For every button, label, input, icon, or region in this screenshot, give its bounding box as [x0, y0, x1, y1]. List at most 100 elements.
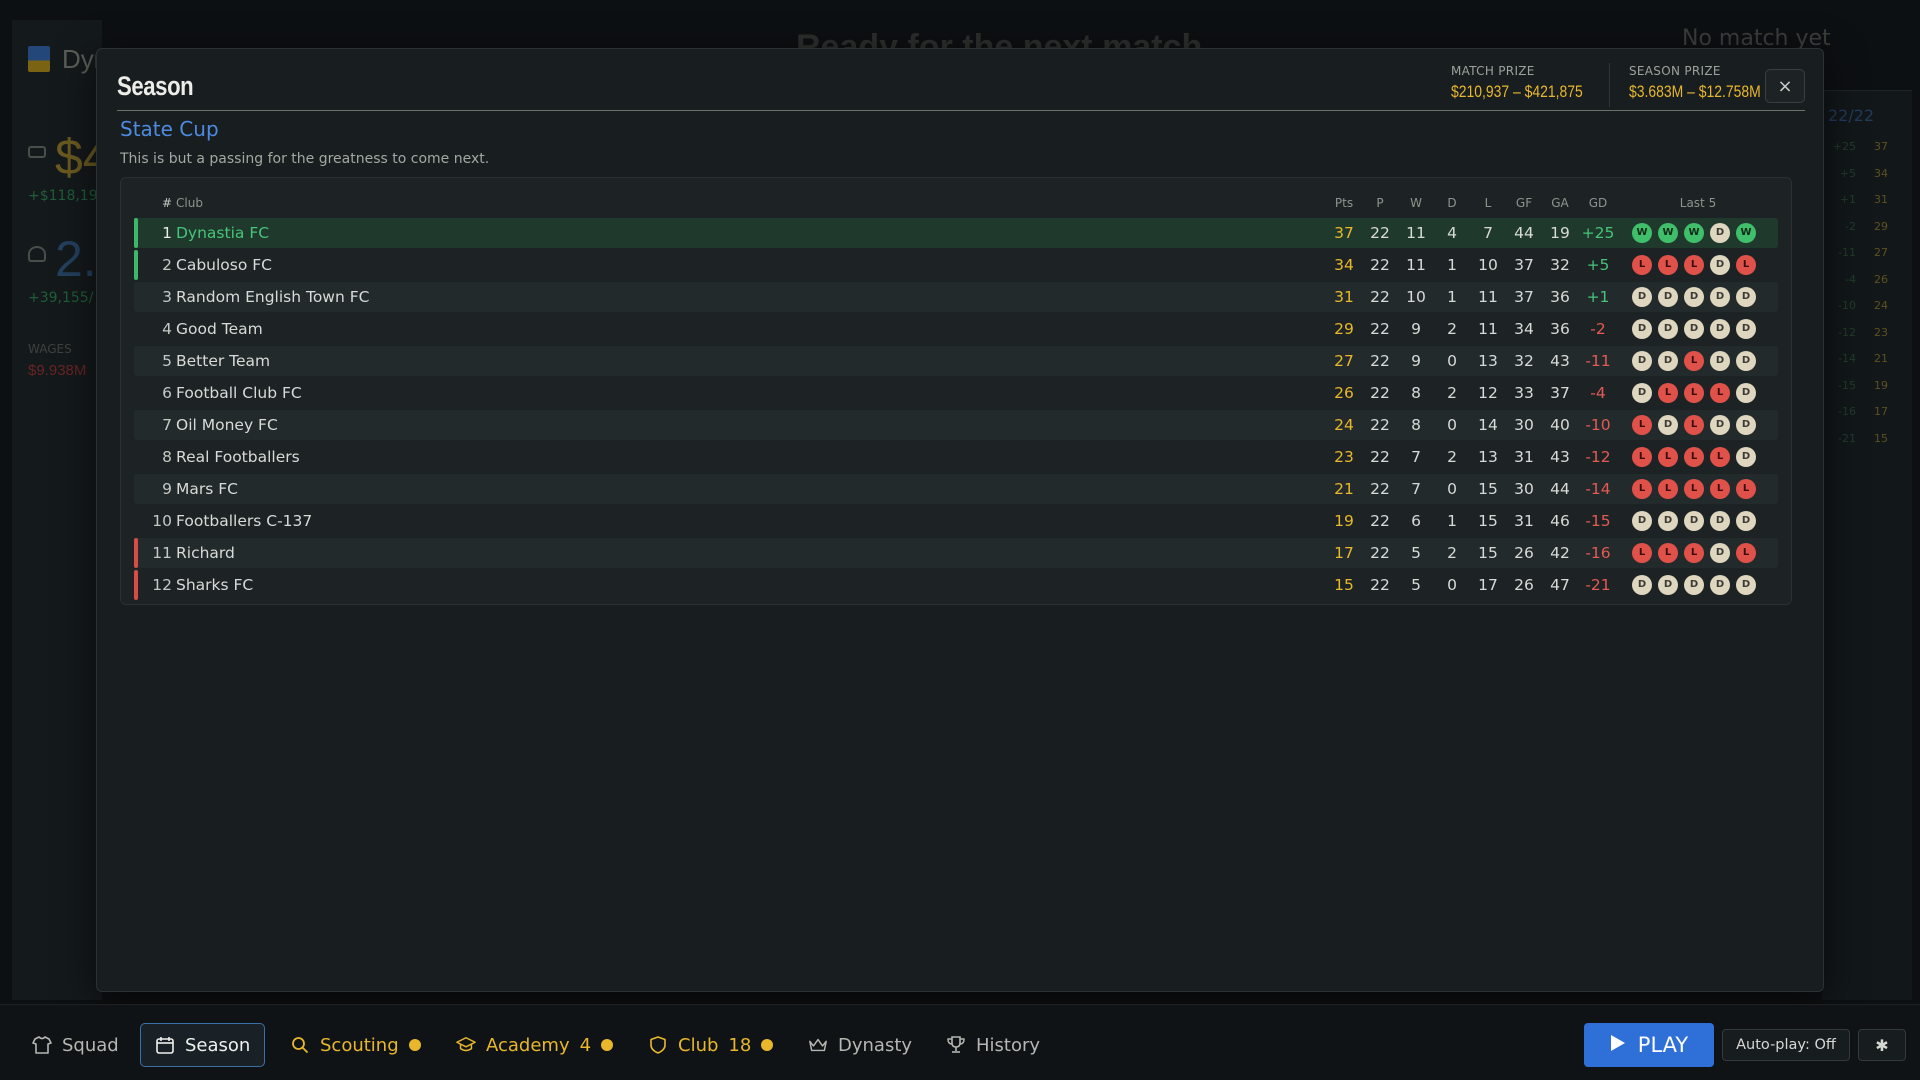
form-result-badge: L — [1658, 383, 1678, 403]
academy-count: 4 — [579, 1034, 592, 1056]
row-position: 4 — [162, 320, 172, 338]
nav-scouting-label: Scouting — [320, 1034, 399, 1056]
row-pts: 34 — [1334, 256, 1354, 274]
row-club-name[interactable]: Richard — [176, 538, 1276, 568]
row-last5: DDLDD — [1632, 346, 1764, 376]
form-result-badge: L — [1684, 447, 1704, 467]
header-gd: GD — [1588, 196, 1608, 210]
form-result-badge: L — [1710, 447, 1730, 467]
row-p: 22 — [1370, 256, 1390, 274]
shield-icon — [648, 1035, 668, 1055]
table-row[interactable]: 3 Random English Town FC 31 22 10 1 11 37 36 +1 D D… — [134, 282, 1778, 312]
row-d: 2 — [1447, 448, 1457, 466]
play-button[interactable]: PLAY — [1584, 1023, 1714, 1067]
row-position: 2 — [162, 256, 172, 274]
row-club-name[interactable]: Sharks FC — [176, 570, 1276, 600]
prize-divider — [1609, 63, 1610, 107]
background-mini-pts: 37 — [1874, 140, 1888, 153]
competition-name[interactable]: State Cup — [120, 117, 219, 141]
background-mini-row: -4 26 — [1828, 273, 1908, 286]
row-ga: 36 — [1550, 320, 1570, 338]
row-p: 22 — [1370, 224, 1390, 242]
background-mini-pts: 26 — [1874, 272, 1888, 286]
header-last5: Last 5 — [1679, 196, 1717, 210]
form-result-badge: L — [1710, 479, 1730, 499]
background-mini-gd: -21 — [1838, 431, 1856, 445]
row-club-name[interactable]: Random English Town FC — [176, 282, 1276, 312]
form-result-badge: L — [1684, 415, 1704, 435]
table-row[interactable]: 12 Sharks FC 15 22 5 0 17 26 47 -21 D D D D D — [134, 570, 1778, 600]
row-club-name[interactable]: Football Club FC — [176, 378, 1276, 408]
row-pts: 24 — [1334, 416, 1354, 434]
background-mini-gd: -14 — [1838, 352, 1856, 365]
play-icon — [1610, 1033, 1626, 1057]
row-position: 9 — [162, 480, 172, 498]
trophy-icon — [946, 1035, 966, 1055]
row-club-name[interactable]: Better Team — [176, 346, 1276, 376]
background-mini-row: +25 37 — [1828, 140, 1908, 153]
background-wages-label: WAGES — [28, 342, 72, 356]
background-mini-gd: -12 — [1838, 325, 1856, 339]
row-gf: 26 — [1514, 544, 1534, 562]
row-gf: 31 — [1514, 512, 1534, 530]
settings-button[interactable]: ✱ — [1858, 1029, 1906, 1061]
form-result-badge: L — [1658, 255, 1678, 275]
row-club-name[interactable]: Real Footballers — [176, 442, 1276, 472]
row-w: 6 — [1411, 512, 1421, 530]
table-row[interactable]: 7 Oil Money FC 24 22 8 0 14 30 40 -10 L D L D D — [134, 410, 1778, 440]
form-result-badge: D — [1658, 351, 1678, 371]
shirt-icon — [32, 1035, 52, 1055]
table-row[interactable]: 6 Football Club FC 26 22 8 2 12 33 37 -4 D L L L D — [134, 378, 1778, 408]
table-row[interactable]: 4 Good Team 29 22 9 2 11 34 36 -2 D D D D D — [134, 314, 1778, 344]
header-pts: Pts — [1334, 196, 1354, 210]
table-row[interactable]: 2 Cabuloso FC 34 22 11 1 10 37 32 +5 L L L D L — [134, 250, 1778, 280]
nav-club[interactable]: Club 18 — [634, 1023, 787, 1067]
row-l: 17 — [1478, 576, 1498, 594]
row-club-name[interactable]: Dynastia FC — [176, 218, 1276, 248]
nav-history[interactable]: History — [932, 1023, 1054, 1067]
form-result-badge: D — [1632, 383, 1652, 403]
form-result-badge: L — [1632, 255, 1652, 275]
match-prize: MATCH PRIZE $210,937 – $421,875 — [1451, 64, 1612, 102]
row-ga: 19 — [1550, 224, 1570, 242]
nav-dynasty[interactable]: Dynasty — [794, 1023, 926, 1067]
nav-squad[interactable]: Squad — [18, 1023, 133, 1067]
row-w: 5 — [1411, 576, 1421, 594]
nav-scouting[interactable]: Scouting — [276, 1023, 435, 1067]
background-mini-gd: -16 — [1838, 405, 1856, 418]
table-row[interactable]: 11 Richard 17 22 5 2 15 26 42 -16 L L L D L — [134, 538, 1778, 568]
row-d: 2 — [1447, 320, 1457, 338]
background-mini-gd: +1 — [1839, 193, 1856, 206]
row-d: 0 — [1447, 480, 1457, 498]
form-result-badge: L — [1684, 351, 1704, 371]
form-result-badge: D — [1632, 319, 1652, 339]
row-club-name[interactable]: Mars FC — [176, 474, 1276, 504]
row-ga: 44 — [1550, 480, 1570, 498]
row-last5: WWWDW — [1632, 218, 1764, 248]
bottom-nav: Squad Season Scouting Academy 4 Club 18 … — [0, 1004, 1920, 1080]
form-result-badge: W — [1684, 223, 1704, 243]
table-row[interactable]: 10 Footballers C-137 19 22 6 1 15 31 46 -15 D D D D D — [134, 506, 1778, 536]
money-icon — [28, 146, 46, 158]
form-result-badge: D — [1632, 511, 1652, 531]
close-button[interactable]: × — [1765, 69, 1805, 103]
table-row[interactable]: 5 Better Team 27 22 9 0 13 32 43 -11 D D L D D — [134, 346, 1778, 376]
background-mini-pts: 29 — [1874, 219, 1888, 233]
row-club-name[interactable]: Oil Money FC — [176, 410, 1276, 440]
table-row[interactable]: 1 Dynastia FC 37 22 11 4 7 44 19 +25 W W W D W — [134, 218, 1778, 248]
row-position: 7 — [162, 416, 172, 434]
row-club-name[interactable]: Footballers C-137 — [176, 506, 1276, 536]
header-l: L — [1484, 196, 1492, 210]
row-club-name[interactable]: Cabuloso FC — [176, 250, 1276, 280]
nav-academy[interactable]: Academy 4 — [442, 1023, 627, 1067]
background-mini-pts: 21 — [1874, 352, 1888, 365]
row-p: 22 — [1370, 512, 1390, 530]
row-club-name[interactable]: Good Team — [176, 314, 1276, 344]
row-ga: 36 — [1550, 288, 1570, 306]
nav-season[interactable]: Season — [140, 1023, 266, 1067]
autoplay-toggle[interactable]: Auto-play: Off — [1722, 1029, 1850, 1061]
table-row[interactable]: 9 Mars FC 21 22 7 0 15 30 44 -14 L L L L L — [134, 474, 1778, 504]
row-d: 2 — [1447, 384, 1457, 402]
row-gd: -14 — [1585, 480, 1611, 498]
table-row[interactable]: 8 Real Footballers 23 22 7 2 13 31 43 -12 L L L L D — [134, 442, 1778, 472]
